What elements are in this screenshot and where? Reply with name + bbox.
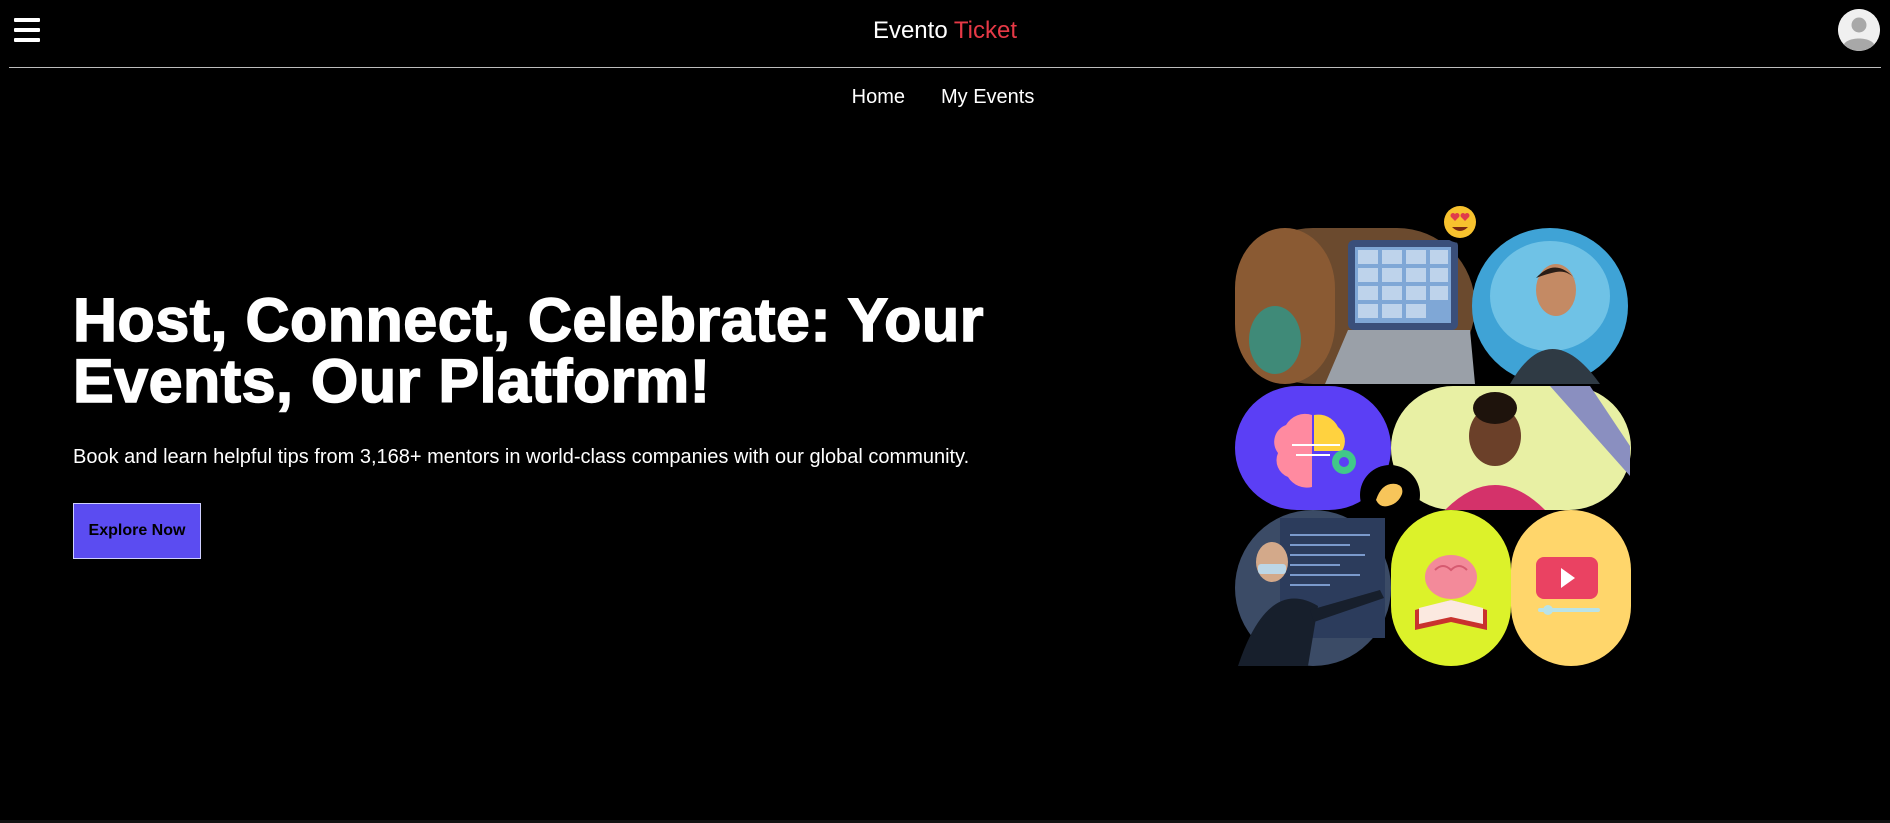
hero-title-line-1: Host, Connect, Celebrate: Your [72, 286, 984, 354]
hero-subtitle: Book and learn helpful tips from 3,168+ … [73, 446, 970, 468]
hero-title-line-2: Events, Our Platform! [72, 347, 711, 415]
brand-logo[interactable]: Evento Ticket [0, 17, 1890, 45]
top-bar: Evento Ticket [0, 0, 1890, 68]
smiling-man-image [1472, 228, 1628, 384]
laptop-video-call-image [1235, 228, 1475, 384]
hero-title: Host, Connect, Celebrate: Your Events, O… [72, 289, 1113, 415]
heart-eyes-emoji-icon [1439, 201, 1481, 243]
pinching-hand-emoji-icon [1360, 465, 1420, 525]
presenter-at-screen-image [1235, 510, 1391, 666]
brain-gear-illustration [1235, 386, 1391, 510]
brand-main: Evento [872, 17, 948, 44]
main-nav: Home My Events [0, 86, 1890, 109]
header-divider [9, 67, 1881, 68]
brain-book-illustration [1391, 510, 1511, 666]
laughing-woman-image [1391, 386, 1631, 510]
video-player-illustration [1511, 510, 1631, 666]
nav-item-home[interactable]: Home [852, 86, 905, 109]
brand-accent: Ticket [953, 17, 1018, 44]
user-avatar-icon[interactable] [1838, 9, 1880, 51]
nav-item-my-events[interactable]: My Events [941, 86, 1034, 109]
explore-now-button[interactable]: Explore Now [73, 503, 201, 559]
